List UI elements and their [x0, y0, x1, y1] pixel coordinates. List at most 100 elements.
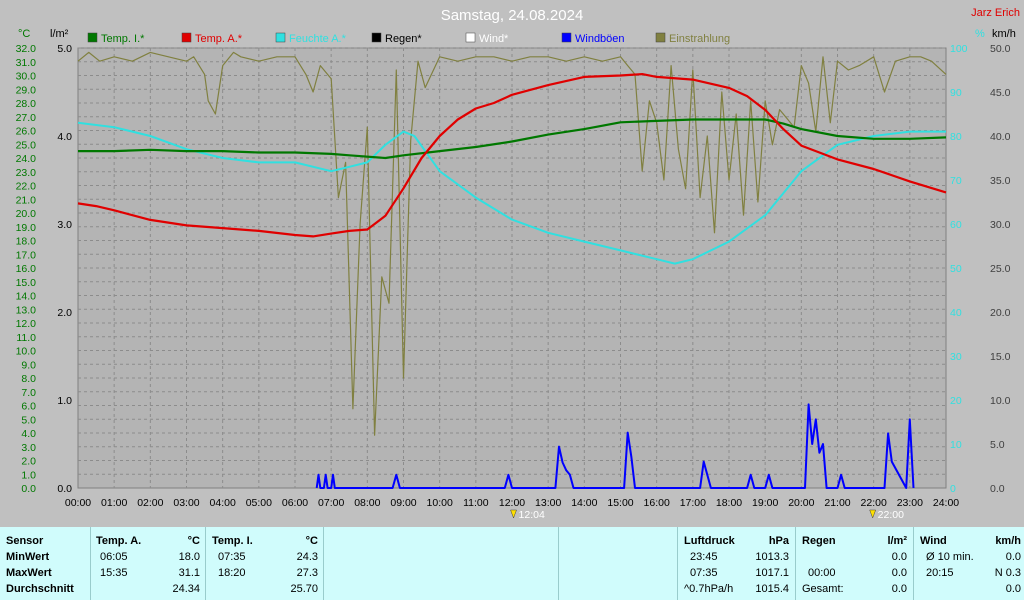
wind-max: N 0.3	[994, 567, 1021, 579]
pressure-max: 1017.1	[755, 567, 789, 579]
time-tick-label: 01:00	[101, 497, 127, 509]
time-tick-label: 14:00	[571, 497, 597, 509]
wind-avg: 0.0	[1005, 551, 1021, 563]
rain-min: 0.0	[891, 551, 907, 563]
time-tick-label: 22:00	[861, 497, 887, 509]
time-tick-label: 19:00	[752, 497, 778, 509]
table-divider	[795, 527, 796, 600]
time-tick-label: 09:00	[390, 497, 416, 509]
wind-tick-label: 35.0	[990, 175, 1011, 187]
temp-tick-label: 1.0	[21, 469, 36, 481]
legend-label: Feuchte A.*	[289, 33, 347, 45]
marker-icon	[869, 509, 877, 519]
temp-tick-label: 25.0	[16, 139, 37, 151]
pressure-header: Luftdruck	[684, 535, 735, 547]
row-label-min: MinWert	[6, 551, 50, 563]
humidity-tick-label: 50	[950, 263, 962, 275]
humidity-tick-label: 70	[950, 175, 962, 187]
wind-tick-label: 15.0	[990, 351, 1011, 363]
temp-tick-label: 8.0	[21, 373, 36, 385]
temp-tick-label: 28.0	[16, 98, 37, 110]
humidity-tick-label: 80	[950, 131, 962, 143]
temp-tick-label: 11.0	[16, 332, 36, 344]
temp-tick-label: 17.0	[16, 249, 37, 261]
table-divider	[677, 527, 678, 600]
humidity-tick-label: 60	[950, 219, 962, 231]
legend-swatch	[465, 32, 476, 43]
weather-chart: 0.01.02.03.04.05.06.07.08.09.010.011.012…	[16, 7, 1020, 521]
wind-max-time: 20:15	[926, 567, 954, 579]
weather-station-panel: 0.0 1.0 2.0 3.0 4.0 5.0 6.0 7.0 8.0 9.0 10.0 11.0 12…	[0, 0, 1024, 600]
rain-total-label: Gesamt:	[802, 583, 844, 595]
marker-label: 22:00	[878, 509, 904, 521]
time-tick-label: 02:00	[137, 497, 163, 509]
time-tick-label: 13:00	[535, 497, 561, 509]
temp-tick-label: 31.0	[16, 57, 37, 69]
pressure-max-time: 07:35	[690, 567, 718, 579]
wind-tick-label: 0.0	[990, 483, 1005, 495]
wind-tick-label: 5.0	[990, 439, 1005, 451]
legend-swatch	[87, 32, 98, 43]
table-divider	[323, 527, 324, 600]
time-tick-label: 03:00	[173, 497, 199, 509]
temp-tick-label: 30.0	[16, 71, 37, 83]
temp-tick-label: 20.0	[16, 208, 37, 220]
humidity-tick-label: 100	[950, 43, 968, 55]
temp-tick-label: 2.0	[21, 456, 36, 468]
time-tick-label: 10:00	[427, 497, 453, 509]
marker-label: 12:04	[519, 509, 545, 521]
statistics-table: Sensor MinWert MaxWert Durchschnitt Temp…	[0, 527, 1024, 600]
temp-tick-label: 3.0	[21, 442, 36, 454]
time-tick-label: 17:00	[680, 497, 706, 509]
temp-tick-label: 13.0	[16, 304, 37, 316]
chart-title: Samstag, 24.08.2024	[441, 7, 584, 24]
temp-tick-label: 12.0	[16, 318, 37, 330]
rain-tick-label: 5.0	[57, 43, 72, 55]
row-label-max: MaxWert	[6, 567, 52, 579]
humidity-tick-label: 90	[950, 87, 962, 99]
time-tick-label: 21:00	[824, 497, 850, 509]
time-tick-label: 24:00	[933, 497, 959, 509]
temp-tick-label: 0.0	[21, 483, 36, 495]
temp-tick-label: 27.0	[16, 112, 37, 124]
legend-swatch	[275, 32, 286, 43]
rain-header: Regen	[802, 535, 836, 547]
pressure-min: 1013.3	[755, 551, 789, 563]
wind-tick-label: 20.0	[990, 307, 1011, 319]
temp-i-unit: °C	[305, 535, 318, 547]
rain-tick-label: 1.0	[57, 395, 72, 407]
temp-a-avg: 24.34	[172, 583, 200, 595]
temp-a-max-time: 15:35	[100, 567, 128, 579]
wind-unit-label: km/h	[992, 28, 1016, 40]
humidity-tick-label: 10	[950, 439, 962, 451]
temp-tick-label: 5.0	[21, 414, 36, 426]
row-label-avg: Durchschnitt	[6, 583, 74, 595]
time-tick-label: 06:00	[282, 497, 308, 509]
temp-tick-label: 18.0	[16, 236, 37, 248]
temp-i-header: Temp. I.	[212, 535, 253, 547]
humidity-tick-label: 0	[950, 483, 956, 495]
temp-unit-label: °C	[18, 28, 30, 40]
temp-tick-label: 16.0	[16, 263, 37, 275]
temp-i-avg: 25.70	[290, 583, 318, 595]
sensor-header: Sensor	[6, 535, 44, 547]
rain-tick-label: 4.0	[57, 131, 72, 143]
temp-tick-label: 10.0	[16, 346, 37, 358]
pressure-min-time: 23:45	[690, 551, 718, 563]
humidity-tick-label: 30	[950, 351, 962, 363]
temp-tick-label: 24.0	[16, 153, 37, 165]
temp-tick-label: 22.0	[16, 181, 37, 193]
legend-label: Temp. A.*	[195, 33, 243, 45]
wind-avg-label: Ø 10 min.	[926, 551, 974, 563]
humidity-tick-label: 20	[950, 395, 962, 407]
wind-total: 0.0	[1005, 583, 1021, 595]
temp-tick-label: 19.0	[16, 222, 37, 234]
time-tick-label: 00:00	[65, 497, 91, 509]
rain-tick-label: 3.0	[57, 219, 72, 231]
time-tick-label: 12:00	[499, 497, 525, 509]
marker-icon	[510, 509, 517, 519]
wind-tick-label: 50.0	[990, 43, 1011, 55]
pressure-trend: ^0.7hPa/h	[684, 583, 734, 595]
rain-time: 00:00	[808, 567, 836, 579]
wind-tick-label: 30.0	[990, 219, 1011, 231]
